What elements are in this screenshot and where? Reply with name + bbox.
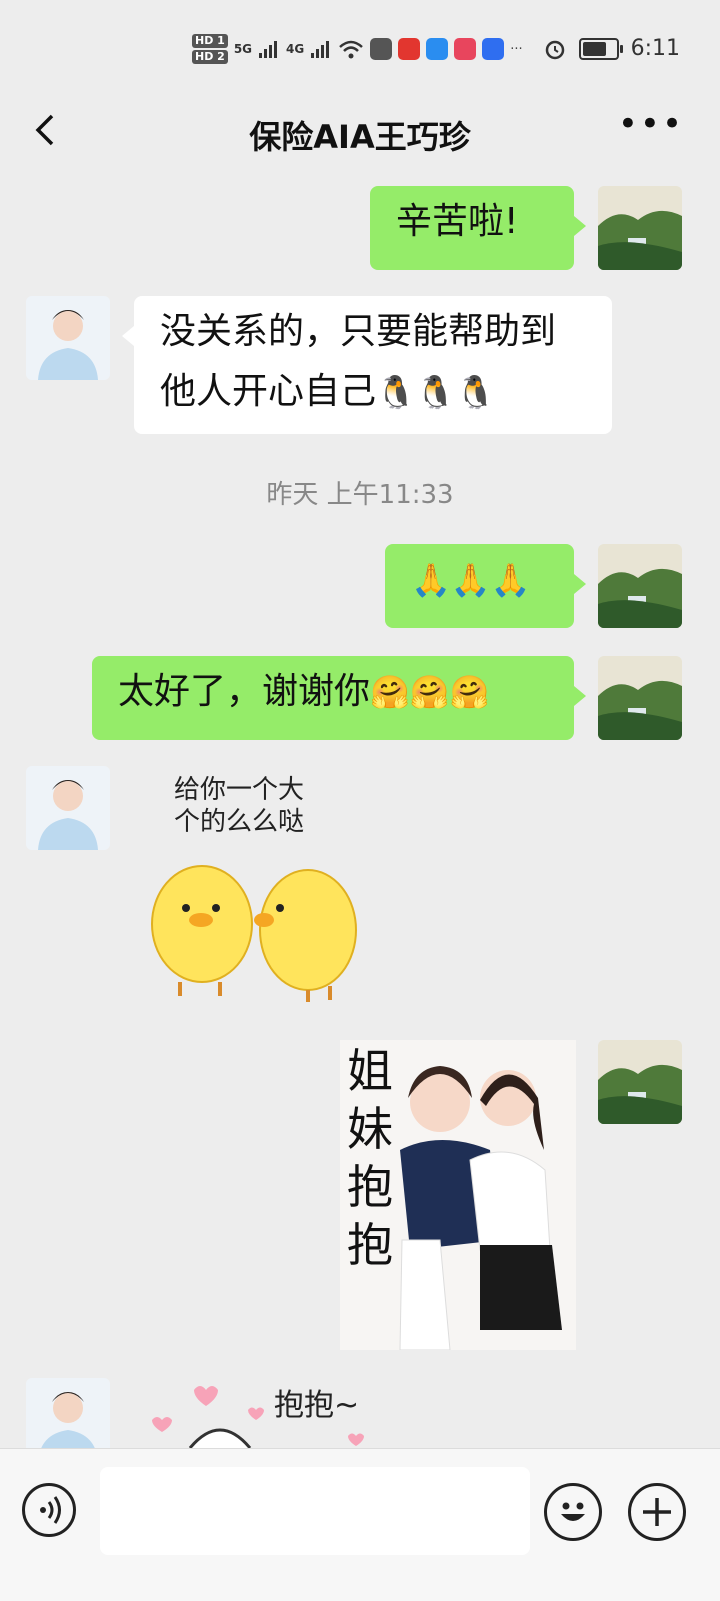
message-line-1: 没关系的，只要能帮助到 [160, 311, 557, 352]
message-text: 太好了，谢谢你 [118, 671, 371, 712]
chat-title: 保险AIA王巧珍 [249, 118, 471, 156]
message-line-2: 他人开心自己 [160, 371, 377, 412]
chat-timestamp: 昨天 上午11:33 [266, 480, 454, 510]
message-bubble-outgoing[interactable]: 太好了，谢谢你🤗🤗🤗 [92, 656, 586, 740]
battery-icon [578, 37, 623, 60]
sticker-caption: 抱抱~ [274, 1388, 360, 1423]
my-avatar[interactable] [598, 186, 682, 270]
status-bar: HD 1 HD 2 5G 4G ··· 6:11 [0, 0, 720, 100]
message-bubble-incoming[interactable]: 没关系的，只要能帮助到 他人开心自己🐧🐧🐧 [122, 296, 612, 434]
pray-emoji: 🙏🙏🙏 [411, 561, 531, 599]
contact-avatar[interactable] [26, 766, 110, 850]
sticker-caption-line-2: 个的么么哒 [174, 807, 305, 837]
signal-5g-label: 5G [233, 42, 253, 56]
hug-emoji: 🤗🤗🤗 [370, 673, 490, 711]
pink-app-icon [454, 38, 477, 60]
contact-avatar-image [26, 766, 110, 850]
sticker-chicks[interactable]: 给你一个大 个的么么哒 [140, 770, 380, 1010]
wifi-icon [339, 40, 364, 59]
voice-icon[interactable] [22, 1483, 76, 1537]
signal-bars-icon-2 [311, 41, 330, 58]
input-bar [0, 1448, 720, 1601]
signal-bars-icon [259, 41, 278, 58]
message-bubble-outgoing[interactable]: 辛苦啦! [370, 186, 586, 270]
chicks-image [151, 865, 357, 1002]
contact-avatar-image [26, 296, 110, 380]
landscape-avatar-image [598, 544, 682, 628]
status-left: HD 1 HD 2 5G 4G ··· [192, 34, 523, 64]
voice-waves-glyph [40, 1496, 61, 1524]
message-bubble-outgoing[interactable]: 🙏🙏🙏 [385, 544, 586, 628]
search-app-icon [426, 38, 449, 60]
game-app-icon [370, 38, 393, 60]
hd-indicator: HD 1 HD 2 [192, 34, 228, 64]
battery-fill [582, 41, 606, 56]
landscape-avatar-image [598, 1040, 682, 1124]
hd2-label: HD 2 [192, 50, 228, 64]
smiley-glyph [561, 1502, 585, 1521]
plus-glyph [643, 1498, 671, 1526]
plus-icon[interactable] [628, 1483, 686, 1541]
bulb-app-icon [482, 38, 505, 60]
status-right: 6:11 [543, 36, 680, 61]
two-girls-illustration [399, 1066, 562, 1350]
message-text: 辛苦啦! [396, 201, 519, 242]
landscape-avatar-image [598, 656, 682, 740]
red-app-icon [398, 38, 421, 60]
landscape-avatar-image [598, 186, 682, 270]
sticker-hug[interactable]: 抱抱~ [140, 1376, 380, 1448]
clock: 6:11 [630, 36, 680, 61]
sticker-caption-line-1: 给你一个大 [174, 775, 305, 805]
signal-4g-label: 4G [286, 42, 305, 56]
hd1-label: HD 1 [192, 34, 228, 48]
alarm-icon [545, 40, 564, 59]
more-dots-icon[interactable]: ••• [618, 107, 684, 141]
my-avatar[interactable] [598, 544, 682, 628]
chat-header: 保险AIA王巧珍 ••• [0, 100, 720, 162]
message-input[interactable] [100, 1467, 530, 1555]
sisters-hug-image[interactable]: 姐 妹 抱 抱 [340, 1040, 576, 1350]
more-notifications: ··· [510, 41, 523, 57]
my-avatar[interactable] [598, 1040, 682, 1124]
contact-avatar[interactable] [26, 296, 110, 380]
penguin-emoji: 🐧🐧🐧 [376, 373, 496, 411]
smiley-icon[interactable] [544, 1483, 602, 1541]
my-avatar[interactable] [598, 656, 682, 740]
